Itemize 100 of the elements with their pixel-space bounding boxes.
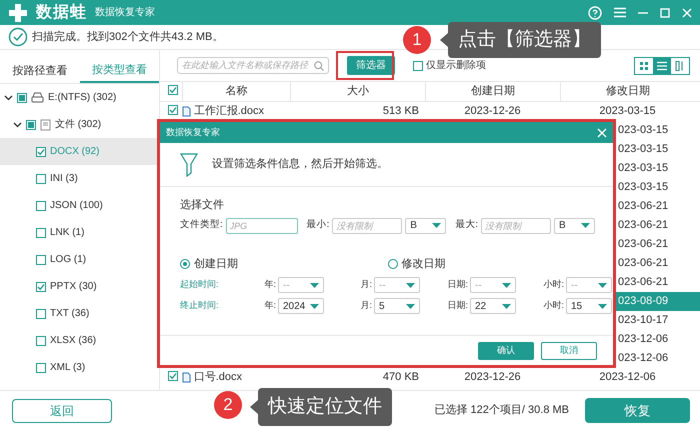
checkbox[interactable] [36, 336, 46, 346]
checkbox[interactable] [36, 200, 46, 210]
chevron-icon[interactable] [4, 93, 13, 102]
dialog-title: 数据恢复专家 [166, 126, 220, 139]
field-label: 最小: [306, 218, 330, 232]
column-header[interactable]: 名称 [226, 83, 248, 100]
dropdown-arrow-icon [502, 304, 511, 308]
modified-date: 023-12-06 [617, 332, 670, 347]
search-field[interactable]: 在此处输入文件名称或保存路径 [177, 57, 329, 74]
step-number: 2 [214, 391, 242, 419]
list-view-button[interactable] [653, 58, 671, 74]
tree-label[interactable]: XML (3) [50, 360, 86, 375]
modified-date: 023-06-21 [617, 237, 670, 252]
cross-logo-icon [8, 2, 28, 22]
document-icon [182, 372, 191, 383]
modified-date: 023-03-15 [617, 142, 670, 157]
document-icon [182, 106, 191, 117]
checkbox[interactable] [36, 308, 46, 318]
checkbox[interactable] [413, 60, 423, 70]
cancel-button[interactable]: 取消 [541, 342, 597, 360]
field-label: 文件类型: [180, 218, 223, 232]
dropdown-arrow-icon [580, 223, 590, 228]
list-icon [657, 60, 667, 70]
tree-label[interactable]: LOG (1) [50, 252, 86, 267]
time-dropdown[interactable]: 5 [374, 298, 420, 314]
checkbox[interactable] [36, 362, 46, 372]
tree-label[interactable]: 文件 (302) [55, 117, 102, 132]
callout-label: 点击【筛选器】 [448, 22, 601, 58]
header-checkbox[interactable] [168, 85, 178, 96]
dropdown-arrow-icon [598, 304, 607, 308]
modified-date: 023-06-21 [617, 275, 670, 290]
tree-label[interactable]: TXT (36) [50, 306, 90, 321]
field-label: 年: [264, 299, 276, 312]
tree-label[interactable]: LNK (1) [50, 225, 84, 240]
tree-label[interactable]: XLSX (36) [50, 333, 96, 348]
modified-date: 023-06-21 [617, 218, 670, 233]
max-size-field[interactable]: 没有限制 [480, 218, 551, 234]
created-date: 2023-12-26 [464, 371, 521, 384]
tree-label[interactable]: E:(NTFS) (302) [48, 90, 116, 105]
modified-date: 023-03-15 [617, 161, 670, 176]
close-icon[interactable] [597, 128, 607, 138]
file-type-field[interactable]: JPG [226, 218, 298, 234]
view-tab[interactable]: 按路径查看 [0, 50, 80, 83]
field-label: 日期: [447, 278, 468, 292]
min-size-field[interactable]: 没有限制 [332, 218, 402, 234]
tree-label[interactable]: JSON (100) [50, 198, 103, 213]
radio-button[interactable] [180, 258, 190, 269]
search-icon[interactable] [314, 60, 324, 70]
modified-date: 2023-03-15 [598, 104, 657, 119]
file-size: 513 KB [382, 105, 419, 118]
help-icon[interactable] [588, 6, 602, 20]
time-dropdown[interactable]: 22 [470, 298, 516, 314]
field-label: 日期: [447, 299, 468, 312]
maximize-icon[interactable] [660, 8, 670, 18]
callout-pointer [250, 400, 258, 414]
modified-date: 2023-12-06 [598, 370, 657, 385]
app-subtitle: 数据恢复专家 [95, 6, 155, 20]
radio-button[interactable] [388, 258, 398, 269]
funnel-icon [180, 152, 198, 176]
row-checkbox[interactable] [168, 105, 178, 116]
tree-label[interactable]: PPTX (30) [50, 279, 97, 294]
column-header[interactable]: 创建日期 [471, 83, 515, 100]
time-dropdown[interactable]: 15 [566, 298, 612, 314]
checkbox[interactable] [36, 174, 46, 184]
time-dropdown[interactable]: 2024 [278, 298, 324, 314]
section-title: 选择文件 [180, 198, 225, 213]
column-header[interactable]: 大小 [347, 83, 369, 100]
dropdown-arrow-icon [310, 304, 319, 308]
menu-icon[interactable] [614, 7, 626, 18]
checkbox[interactable] [36, 282, 46, 292]
dropdown-arrow-icon [406, 304, 415, 308]
checkbox[interactable] [17, 92, 27, 102]
modified-date: 023-03-15 [617, 180, 670, 195]
close-icon[interactable] [682, 8, 692, 18]
unit-dropdown[interactable]: B [405, 218, 446, 234]
step-number: 1 [403, 26, 431, 54]
radio-label[interactable]: 创建日期 [194, 256, 238, 272]
dropdown-arrow-icon [310, 282, 319, 288]
modified-date: 023-12-06 [617, 351, 670, 366]
file-name: 口号.docx [194, 370, 242, 386]
checkbox[interactable] [36, 146, 46, 156]
checkbox-label[interactable]: 仅显示删除项 [426, 58, 486, 73]
dropdown-arrow-icon [432, 223, 442, 228]
selection-summary: 已选择 122个项目/ 30.8 MB [434, 403, 569, 418]
radio-label[interactable]: 修改日期 [402, 256, 446, 272]
modified-date: 023-06-21 [617, 256, 670, 271]
checkbox[interactable] [26, 120, 36, 130]
column-header[interactable]: 修改日期 [606, 83, 650, 100]
tree-label[interactable]: INI (3) [50, 171, 78, 186]
row-checkbox[interactable] [168, 371, 178, 382]
check-circle-icon [8, 27, 28, 47]
columns-icon [675, 60, 685, 70]
checkbox[interactable] [36, 228, 46, 238]
unit-dropdown[interactable]: B [554, 218, 595, 234]
dropdown-arrow-icon [406, 282, 415, 288]
chevron-icon[interactable] [13, 120, 22, 129]
field-label: 月: [360, 278, 372, 292]
checkbox[interactable] [36, 254, 46, 264]
field-label: 小时: [543, 278, 564, 292]
app-logo: 数据蛙 [36, 2, 87, 22]
